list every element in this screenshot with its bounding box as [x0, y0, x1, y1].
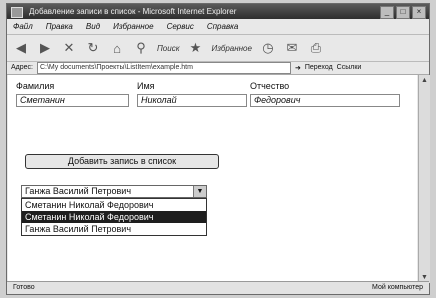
address-bar: Адрес: C:\My documents\Проекты\ListItem\…: [7, 61, 429, 75]
back-icon[interactable]: ◀: [13, 40, 29, 56]
first-name-label: Имя: [137, 81, 155, 91]
maximize-button[interactable]: □: [396, 6, 410, 19]
ie-icon: [11, 7, 23, 18]
menu-file[interactable]: Файл: [13, 20, 33, 33]
browser-window: Добавление записи в список - Microsoft I…: [6, 3, 430, 295]
history-icon[interactable]: ◷: [260, 40, 276, 56]
first-name-field[interactable]: Николай: [137, 94, 247, 107]
links-label[interactable]: Ссылки: [337, 64, 362, 71]
names-select-value: Ганжа Василий Петрович: [25, 186, 132, 196]
search-icon[interactable]: ⚲: [133, 40, 149, 56]
menu-tools[interactable]: Сервис: [167, 20, 194, 33]
address-input[interactable]: C:\My documents\Проекты\ListItem\example…: [36, 61, 291, 74]
status-bar: Готово Мой компьютер: [7, 281, 429, 294]
dropdown-option[interactable]: Ганжа Василий Петрович: [22, 223, 206, 235]
menu-help[interactable]: Справка: [207, 20, 238, 33]
go-arrow-icon[interactable]: ➜: [295, 64, 301, 72]
print-icon[interactable]: ⎙: [308, 40, 324, 56]
patronymic-label: Отчество: [250, 81, 290, 91]
names-select[interactable]: Ганжа Василий Петрович ▼: [21, 185, 207, 198]
go-button-label[interactable]: Переход: [305, 64, 333, 71]
close-button[interactable]: ×: [412, 6, 426, 19]
add-to-list-button[interactable]: Добавить запись в список: [25, 154, 219, 169]
favorites-icon[interactable]: ★: [187, 40, 203, 56]
names-dropdown-list: Сметанин Николай Федорович Сметанин Нико…: [21, 198, 207, 236]
chevron-down-icon[interactable]: ▼: [193, 186, 206, 197]
scroll-up-icon[interactable]: ▲: [419, 75, 430, 86]
menu-edit[interactable]: Правка: [46, 20, 73, 33]
mail-icon[interactable]: ✉: [284, 40, 300, 56]
zone-text: Мой компьютер: [372, 284, 423, 291]
stop-icon[interactable]: ✕: [61, 40, 77, 56]
toolbar: ◀ ▶ ✕ ↻ ⌂ ⚲ Поиск ★ Избранное ◷ ✉ ⎙: [7, 34, 429, 62]
window-title: Добавление записи в список - Microsoft I…: [29, 7, 237, 16]
status-text: Готово: [13, 284, 35, 291]
refresh-icon[interactable]: ↻: [85, 40, 101, 56]
patronymic-field[interactable]: Федорович: [250, 94, 400, 107]
favorites-button-label[interactable]: Избранное: [211, 44, 251, 53]
search-button-label[interactable]: Поиск: [157, 44, 179, 53]
dropdown-option-highlighted[interactable]: Сметанин Николай Федорович: [22, 211, 206, 223]
minimize-button[interactable]: _: [380, 6, 394, 19]
last-name-field[interactable]: Сметанин: [16, 94, 129, 107]
vertical-scrollbar[interactable]: ▲ ▼: [418, 75, 430, 283]
last-name-label: Фамилия: [16, 81, 55, 91]
title-bar: Добавление записи в список - Microsoft I…: [7, 4, 429, 19]
dropdown-option[interactable]: Сметанин Николай Федорович: [22, 199, 206, 211]
menu-view[interactable]: Вид: [86, 20, 100, 33]
home-icon[interactable]: ⌂: [109, 40, 125, 56]
page-content: Фамилия Имя Отчество Сметанин Николай Фе…: [8, 75, 417, 283]
menu-favorites[interactable]: Избранное: [113, 20, 153, 33]
forward-icon[interactable]: ▶: [37, 40, 53, 56]
address-label: Адрес:: [11, 64, 33, 71]
menu-bar: Файл Правка Вид Избранное Сервис Справка: [7, 20, 429, 33]
